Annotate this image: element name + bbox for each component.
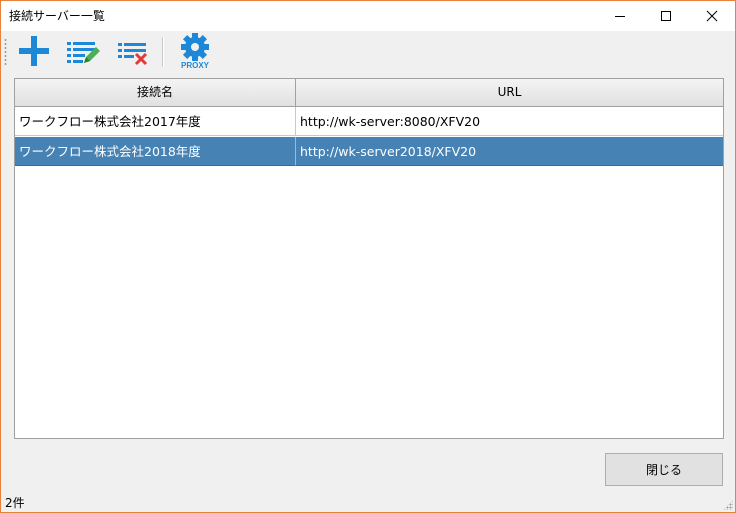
status-bar: 2件 (1, 491, 735, 512)
window-close-button[interactable] (689, 1, 735, 31)
table-row[interactable]: ワークフロー株式会社2017年度 http://wk-server:8080/X… (15, 107, 723, 137)
plus-icon (19, 36, 49, 66)
column-header-url[interactable]: URL (296, 79, 723, 107)
edit-button[interactable] (63, 33, 101, 69)
proxy-button[interactable]: PROXY (176, 33, 214, 69)
connection-name-cell[interactable]: ワークフロー株式会社2018年度 (15, 137, 296, 166)
window-title: 接続サーバー一覧 (9, 9, 105, 23)
add-button[interactable] (15, 33, 53, 69)
toolbar-grip[interactable] (4, 38, 7, 65)
toolbar: PROXY (1, 31, 735, 73)
url-cell[interactable]: http://wk-server:8080/XFV20 (296, 107, 723, 136)
record-count: 2件 (5, 496, 25, 510)
minimize-button[interactable] (597, 1, 643, 31)
server-list-grid[interactable]: 接続名 URL ワークフロー株式会社2017年度 http://wk-serve… (14, 78, 724, 439)
delete-button[interactable] (113, 33, 151, 69)
edit-list-icon (67, 42, 100, 63)
delete-list-icon (118, 43, 148, 66)
minimize-icon (615, 16, 625, 17)
connection-server-list-window: 接続サーバー一覧 PROXY 接続名 URL ワークフロー株式会社2017年度 … (0, 0, 736, 513)
maximize-button[interactable] (643, 1, 689, 31)
close-icon (706, 10, 718, 22)
column-header-name[interactable]: 接続名 (15, 79, 296, 107)
title-bar[interactable]: 接続サーバー一覧 (1, 1, 735, 31)
close-button[interactable]: 閉じる (605, 453, 723, 486)
url-cell[interactable]: http://wk-server2018/XFV20 (296, 137, 723, 166)
proxy-gear-icon: PROXY (181, 33, 210, 69)
proxy-label: PROXY (181, 61, 210, 69)
resize-grip-icon[interactable] (723, 500, 733, 510)
table-row-selected[interactable]: ワークフロー株式会社2018年度 http://wk-server2018/XF… (15, 137, 723, 167)
toolbar-separator (162, 37, 164, 67)
connection-name-cell[interactable]: ワークフロー株式会社2017年度 (15, 107, 296, 136)
grid-header: 接続名 URL (15, 79, 723, 107)
maximize-icon (661, 11, 671, 21)
